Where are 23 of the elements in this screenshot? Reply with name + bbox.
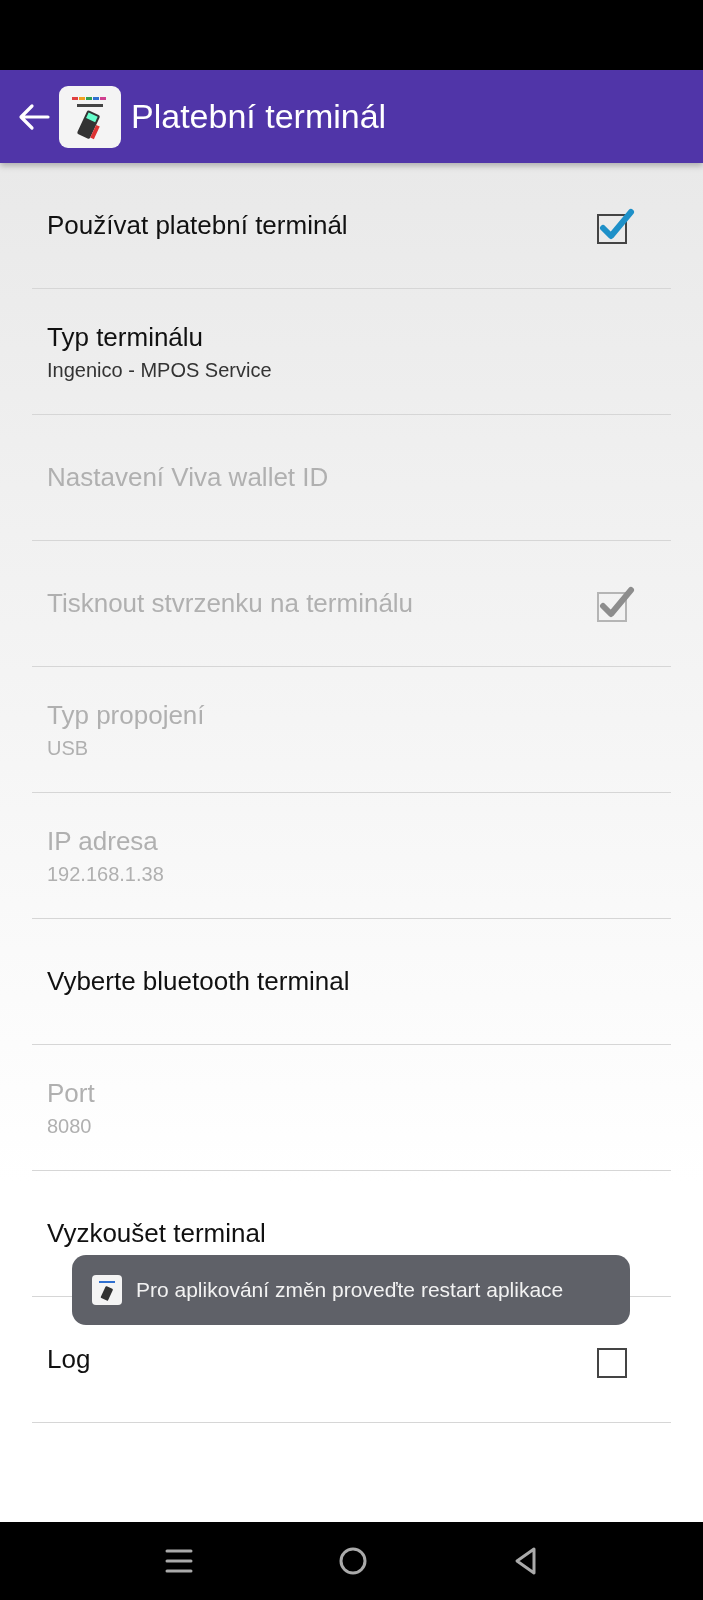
setting-title: Používat platební terminál — [47, 210, 348, 241]
screen-title: Platební terminál — [131, 97, 387, 136]
menu-icon[interactable] — [164, 1547, 193, 1575]
setting-row[interactable]: Typ terminálu Ingenico - MPOS Service — [32, 289, 671, 415]
back-arrow-icon[interactable] — [18, 102, 50, 131]
setting-value: 8080 — [47, 1114, 93, 1138]
app-logo-icon — [92, 1275, 122, 1305]
setting-title: Vyzkoušet terminal — [47, 1218, 266, 1249]
setting-title: Typ terminálu — [47, 321, 205, 353]
setting-title: Port — [47, 1077, 95, 1109]
setting-title: IP adresa — [47, 825, 159, 857]
app-logo-icon — [59, 85, 121, 148]
setting-value: 192.168.1.38 — [47, 862, 164, 886]
setting-title: Nastavení Viva wallet ID — [47, 462, 329, 493]
setting-title: Tisknout stvrzenku na terminálu — [47, 588, 414, 619]
setting-value: Ingenico - MPOS Service — [47, 358, 272, 382]
setting-row[interactable]: Používat platební terminál — [32, 163, 671, 289]
setting-row[interactable]: Vyberte bluetooth terminal — [32, 919, 671, 1045]
setting-value: USB — [47, 736, 90, 760]
setting-title: Typ propojení — [47, 699, 205, 731]
home-icon[interactable] — [337, 1546, 368, 1576]
setting-title: Log — [47, 1344, 91, 1375]
setting-title: Vyberte bluetooth terminal — [47, 966, 350, 997]
